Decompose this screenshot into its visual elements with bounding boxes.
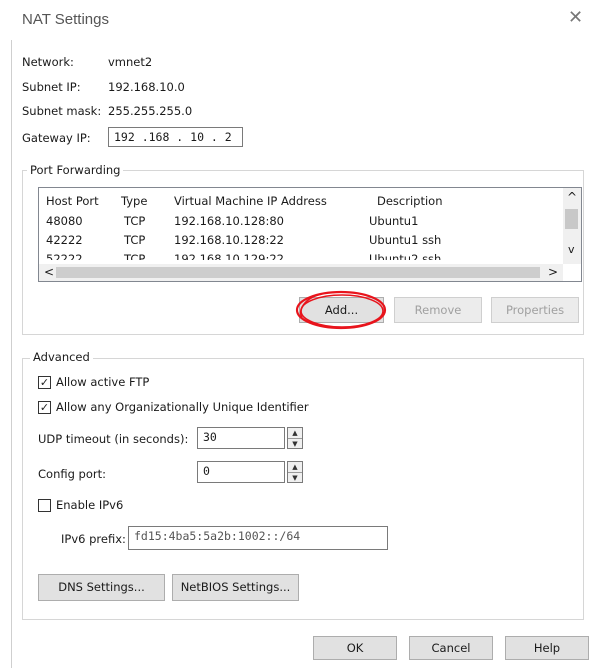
table-row[interactable]: 52222 TCP 192.168.10.129:22 Ubuntu2 ssh xyxy=(39,250,564,260)
advanced-title: Advanced xyxy=(30,350,93,364)
netbios-settings-button[interactable]: NetBIOS Settings... xyxy=(172,574,299,601)
scroll-thumb-horizontal[interactable] xyxy=(56,267,540,278)
udp-timeout-stepper[interactable]: ▲ ▼ xyxy=(287,427,303,449)
network-value: vmnet2 xyxy=(108,55,153,69)
dns-settings-button[interactable]: DNS Settings... xyxy=(38,574,165,601)
scroll-thumb[interactable] xyxy=(565,209,578,229)
cancel-button[interactable]: Cancel xyxy=(409,636,493,660)
enable-ipv6-checkbox[interactable] xyxy=(38,499,51,512)
column-header-description[interactable]: Description xyxy=(377,194,443,208)
cell-description: Ubuntu1 xyxy=(369,214,419,228)
network-label: Network: xyxy=(22,55,74,69)
cell-description: Ubuntu1 ssh xyxy=(369,233,442,247)
ipv6-prefix-input[interactable]: fd15:4ba5:5a2b:1002::/64 xyxy=(128,526,388,550)
annotation-circle xyxy=(295,290,387,330)
config-port-input[interactable]: 0 xyxy=(197,461,285,483)
check-icon: ✓ xyxy=(39,376,50,389)
scroll-up-icon[interactable]: ^ xyxy=(567,190,577,204)
check-icon: ✓ xyxy=(39,401,50,414)
cell-description: Ubuntu2 ssh xyxy=(369,252,442,260)
cell-vm-ip: 192.168.10.128:22 xyxy=(174,233,284,247)
cell-vm-ip: 192.168.10.129:22 xyxy=(174,252,284,260)
subnet-ip-label: Subnet IP: xyxy=(22,80,81,94)
port-forwarding-title: Port Forwarding xyxy=(27,163,124,177)
close-icon[interactable]: ✕ xyxy=(568,8,583,28)
enable-ipv6-label[interactable]: Enable IPv6 xyxy=(56,498,123,512)
column-header-host-port[interactable]: Host Port xyxy=(46,194,99,208)
table-row[interactable]: 48080 TCP 192.168.10.128:80 Ubuntu1 xyxy=(39,212,564,230)
remove-button[interactable]: Remove xyxy=(394,297,482,323)
allow-active-ftp-label[interactable]: Allow active FTP xyxy=(56,375,149,389)
allow-active-ftp-checkbox[interactable]: ✓ xyxy=(38,376,51,389)
spin-up-icon[interactable]: ▲ xyxy=(288,462,302,473)
subnet-mask-value: 255.255.255.0 xyxy=(108,104,193,118)
config-port-label: Config port: xyxy=(38,467,107,481)
help-button[interactable]: Help xyxy=(505,636,589,660)
window-title: NAT Settings xyxy=(22,11,109,28)
cell-type: TCP xyxy=(124,214,146,228)
udp-timeout-input[interactable]: 30 xyxy=(197,427,285,449)
allow-oui-label[interactable]: Allow any Organizationally Unique Identi… xyxy=(56,400,309,414)
cell-type: TCP xyxy=(124,233,146,247)
window-border xyxy=(11,40,12,668)
table-row[interactable]: 42222 TCP 192.168.10.128:22 Ubuntu1 ssh xyxy=(39,231,564,249)
allow-oui-checkbox[interactable]: ✓ xyxy=(38,401,51,414)
vertical-scrollbar[interactable]: ^ v xyxy=(563,188,581,264)
cell-host-port: 48080 xyxy=(46,214,83,228)
scroll-down-icon[interactable]: v xyxy=(568,243,575,256)
subnet-mask-label: Subnet mask: xyxy=(22,104,102,118)
config-port-stepper[interactable]: ▲ ▼ xyxy=(287,461,303,483)
scroll-left-icon[interactable]: < xyxy=(44,265,54,279)
scroll-right-icon[interactable]: > xyxy=(548,265,558,279)
gateway-label: Gateway IP: xyxy=(22,131,91,145)
port-forwarding-list[interactable]: Host Port Type Virtual Machine IP Addres… xyxy=(38,187,582,282)
cell-host-port: 42222 xyxy=(46,233,83,247)
udp-timeout-label: UDP timeout (in seconds): xyxy=(38,432,189,446)
column-header-type[interactable]: Type xyxy=(121,194,147,208)
cell-host-port: 52222 xyxy=(46,252,83,260)
gateway-ip-field[interactable]: 192 .168 . 10 . 2 xyxy=(108,127,243,147)
properties-button[interactable]: Properties xyxy=(491,297,579,323)
cell-vm-ip: 192.168.10.128:80 xyxy=(174,214,284,228)
spin-down-icon[interactable]: ▼ xyxy=(288,439,302,449)
ok-button[interactable]: OK xyxy=(313,636,397,660)
spin-up-icon[interactable]: ▲ xyxy=(288,428,302,439)
horizontal-scrollbar[interactable]: < > xyxy=(39,264,563,281)
ipv6-prefix-label: IPv6 prefix: xyxy=(61,532,126,546)
subnet-ip-value: 192.168.10.0 xyxy=(108,80,185,94)
spin-down-icon[interactable]: ▼ xyxy=(288,473,302,483)
column-header-vm-ip[interactable]: Virtual Machine IP Address xyxy=(174,194,327,208)
cell-type: TCP xyxy=(124,252,146,260)
